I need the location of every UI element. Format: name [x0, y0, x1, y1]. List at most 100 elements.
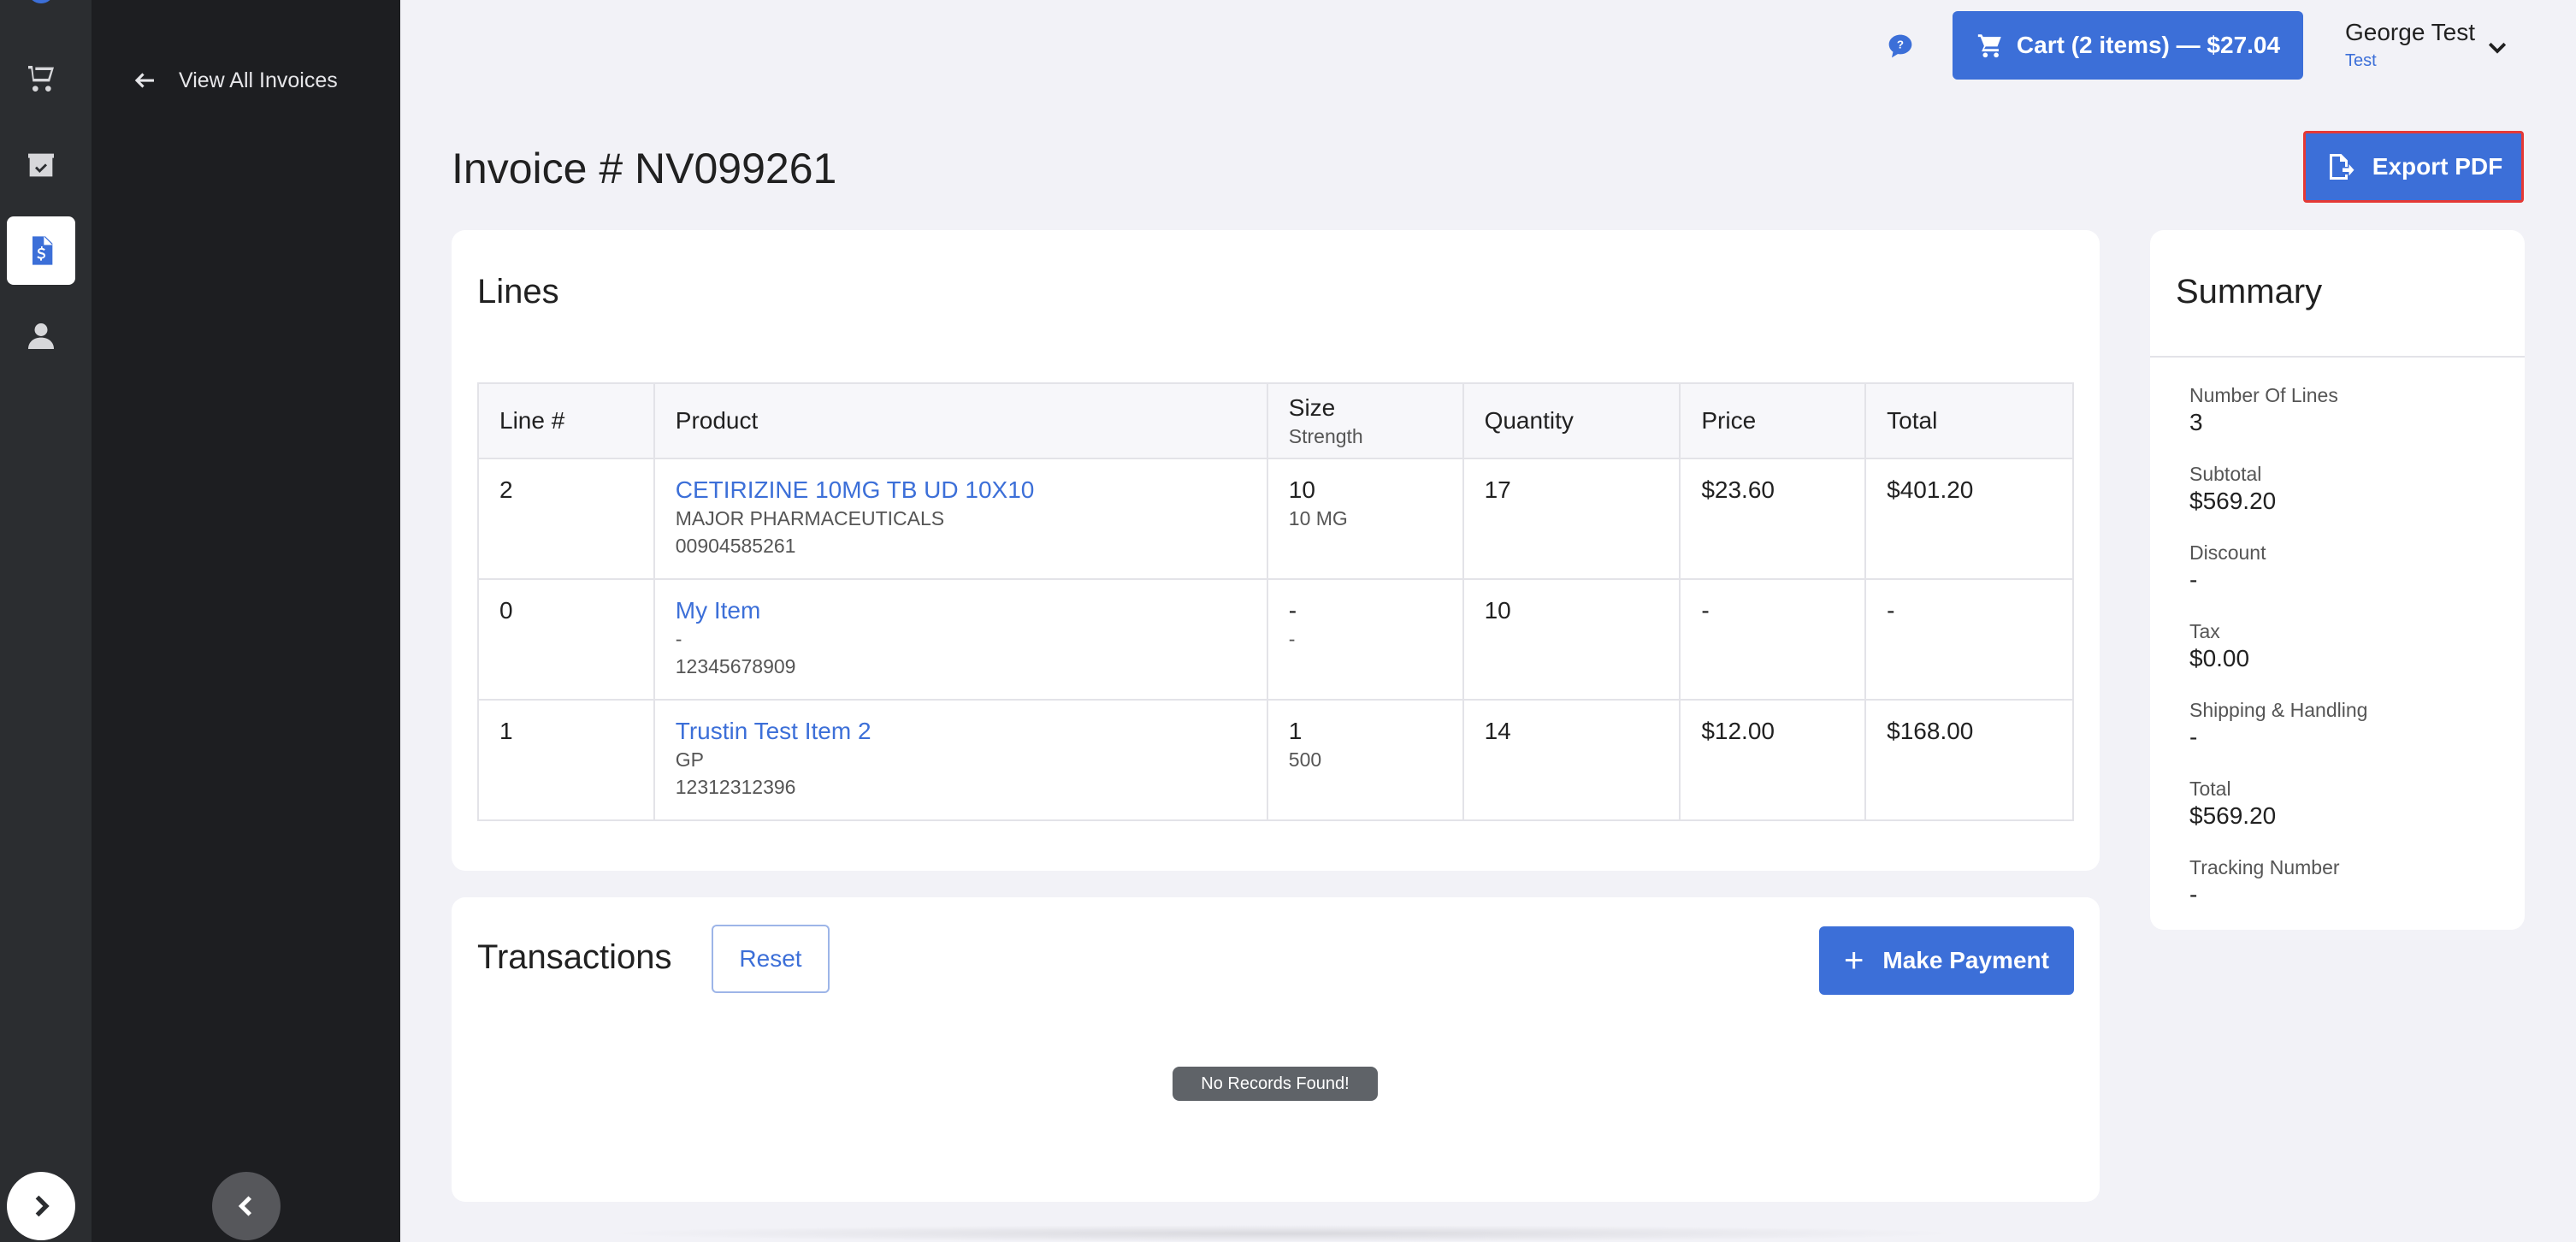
box-icon[interactable] [7, 131, 75, 199]
strength-value: 500 [1288, 748, 1322, 771]
summary-value: - [2189, 566, 2198, 593]
user-menu[interactable]: George Test Test [2345, 19, 2475, 71]
cell-quantity: 10 [1462, 578, 1681, 701]
user-role: Test [2345, 51, 2377, 70]
export-pdf-label: Export PDF [2372, 153, 2503, 180]
summary-label: Shipping & Handling [2189, 699, 2368, 721]
product-ndc: 00904585261 [675, 535, 796, 557]
view-all-invoices-link[interactable]: View All Invoices [133, 63, 338, 98]
table-header-row: Line # Product Size Strength Quantity Pri… [477, 382, 2074, 459]
chevron-right-icon [35, 1195, 50, 1217]
col-size: Size Strength [1266, 382, 1464, 459]
lines-table: Line # Product Size Strength Quantity Pri… [477, 382, 2074, 821]
cart-button[interactable]: Cart (2 items) — $27.04 [1953, 11, 2303, 80]
product-link[interactable]: My Item [676, 597, 1246, 624]
page-title: Invoice # NV099261 [452, 145, 837, 192]
user-name: George Test [2345, 19, 2476, 45]
summary-discount: Discount - [2189, 541, 2266, 594]
make-payment-button[interactable]: + Make Payment [1819, 926, 2074, 995]
svg-text:?: ? [1897, 38, 1904, 51]
summary-value: $569.20 [2189, 488, 2277, 514]
lines-card: Lines Line # Product Size Strength Quanti… [452, 230, 2100, 871]
summary-title: Summary [2176, 273, 2323, 310]
arrow-left-icon [134, 73, 154, 88]
sub-panel: View All Invoices [92, 0, 400, 1242]
cell-total: - [1864, 578, 2074, 701]
strength-value: 10 MG [1288, 507, 1348, 529]
col-total: Total [1864, 382, 2074, 459]
cart-label: Cart (2 items) — $27.04 [2016, 32, 2281, 58]
app-logo-icon [29, 0, 53, 3]
size-value: 10 [1288, 476, 1315, 503]
cell-size: 10 10 MG [1266, 458, 1464, 580]
cell-product: CETIRIZINE 10MG TB UD 10X10 MAJOR PHARMA… [653, 458, 1268, 580]
product-ndc: 12345678909 [675, 655, 796, 677]
collapse-panel-button[interactable] [212, 1172, 281, 1240]
product-ndc: 12312312396 [675, 776, 796, 798]
invoice-icon[interactable] [7, 216, 75, 285]
summary-label: Subtotal [2189, 463, 2262, 485]
summary-card: Summary Number Of Lines 3 Subtotal $569.… [2150, 230, 2525, 930]
reset-button[interactable]: Reset [712, 925, 830, 993]
summary-tracking-number: Tracking Number - [2189, 856, 2340, 908]
product-manufacturer: MAJOR PHARMACEUTICALS [675, 507, 945, 529]
cell-quantity: 17 [1462, 458, 1681, 580]
back-link-label: View All Invoices [179, 68, 338, 92]
cart-icon[interactable] [7, 44, 75, 113]
table-row: 0 My Item - 12345678909 - - 10 - - [477, 578, 2074, 701]
cell-size: 1 500 [1266, 699, 1464, 821]
export-pdf-button[interactable]: Export PDF [2303, 131, 2524, 203]
summary-divider [2150, 356, 2525, 358]
cell-product: Trustin Test Item 2 GP 12312312396 [653, 699, 1268, 821]
help-chat-icon[interactable]: ? [1887, 33, 1914, 60]
expand-sidebar-button[interactable] [7, 1172, 75, 1240]
cell-price: - [1679, 578, 1867, 701]
cell-line: 1 [477, 699, 655, 821]
transactions-card: Transactions Reset + Make Payment No Rec… [452, 897, 2100, 1202]
size-value: 1 [1288, 718, 1303, 744]
transactions-title: Transactions [477, 938, 672, 976]
cell-line: 2 [477, 458, 655, 580]
summary-label: Discount [2189, 541, 2266, 564]
product-manufacturer: GP [675, 748, 704, 771]
scroll-shadow [599, 1225, 1967, 1242]
cell-total: $401.20 [1864, 458, 2074, 580]
summary-label: Tracking Number [2189, 856, 2340, 878]
cell-quantity: 14 [1462, 699, 1681, 821]
summary-subtotal: Subtotal $569.20 [2189, 463, 2276, 515]
summary-shipping: Shipping & Handling - [2189, 699, 2367, 751]
make-payment-label: Make Payment [1882, 947, 2049, 973]
summary-value: 3 [2189, 409, 2203, 435]
summary-value: $569.20 [2189, 802, 2277, 829]
strength-value: - [1288, 628, 1296, 650]
chevron-left-icon [238, 1196, 252, 1216]
cell-price: $23.60 [1679, 458, 1867, 580]
summary-value: $0.00 [2189, 645, 2250, 671]
product-manufacturer: - [675, 628, 682, 650]
col-size-label: Size [1288, 393, 1336, 421]
cart-icon [1977, 34, 2001, 58]
table-row: 1 Trustin Test Item 2 GP 12312312396 1 5… [477, 699, 2074, 821]
summary-value: - [2189, 881, 2198, 908]
user-icon[interactable] [7, 302, 75, 370]
icon-rail [0, 0, 92, 1242]
no-records-badge: No Records Found! [1173, 1067, 1378, 1101]
file-export-icon [2329, 154, 2354, 180]
col-line: Line # [477, 382, 655, 459]
product-link[interactable]: Trustin Test Item 2 [676, 718, 1246, 745]
product-link[interactable]: CETIRIZINE 10MG TB UD 10X10 [676, 476, 1246, 504]
summary-label: Tax [2189, 620, 2220, 642]
size-value: - [1288, 597, 1297, 624]
summary-tax: Tax $0.00 [2189, 620, 2249, 672]
plus-icon: + [1844, 942, 1864, 979]
summary-number-of-lines: Number Of Lines 3 [2189, 384, 2338, 436]
summary-label: Total [2189, 778, 2231, 800]
lines-title: Lines [477, 273, 559, 310]
col-quantity: Quantity [1462, 382, 1681, 459]
cell-product: My Item - 12345678909 [653, 578, 1268, 701]
summary-label: Number Of Lines [2189, 384, 2338, 406]
chevron-down-icon[interactable] [2484, 34, 2510, 60]
table-row: 2 CETIRIZINE 10MG TB UD 10X10 MAJOR PHAR… [477, 458, 2074, 580]
cell-size: - - [1266, 578, 1464, 701]
col-strength-label: Strength [1288, 424, 1363, 447]
